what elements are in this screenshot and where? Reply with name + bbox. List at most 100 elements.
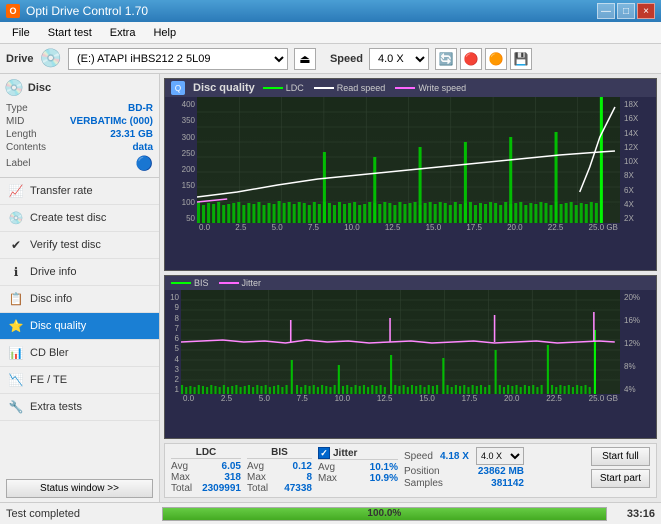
transfer-rate-label: Transfer rate xyxy=(30,185,93,197)
menu-extra[interactable]: Extra xyxy=(102,24,144,42)
refresh-button[interactable]: 🔄 xyxy=(435,48,457,70)
x-label-12-5: 12.5 xyxy=(385,223,401,237)
bis-y-10: 10 xyxy=(167,293,179,302)
speed-label: Speed xyxy=(404,451,433,462)
speed-target-select[interactable]: 4.0 X xyxy=(476,447,524,465)
ldc-total-label: Total xyxy=(171,483,192,494)
jitter-avg-label: Avg xyxy=(318,462,335,473)
sidebar-item-extra-tests[interactable]: 🔧 Extra tests xyxy=(0,394,159,421)
sidebar-item-verify-test-disc[interactable]: ✔ Verify test disc xyxy=(0,232,159,259)
drive-info-icon: ℹ xyxy=(8,264,24,280)
y-label-250: 250 xyxy=(167,149,195,158)
jitter-checkbox[interactable]: ✓ xyxy=(318,447,330,459)
drive-select[interactable]: (E:) ATAPI iHBS212 2 5L09 xyxy=(68,48,288,70)
disc-contents-value: data xyxy=(132,142,153,153)
jitter-stats: ✓ Jitter Avg 10.1% Max 10.9% xyxy=(318,447,398,494)
extra-tests-icon: 🔧 xyxy=(8,399,24,415)
verify-test-disc-icon: ✔ xyxy=(8,237,24,253)
y-right-4x: 4X xyxy=(624,200,654,209)
samples-value: 381142 xyxy=(491,478,524,489)
extra-tests-label: Extra tests xyxy=(30,401,82,413)
y-right-12x: 12X xyxy=(624,143,654,152)
bis-header: BIS xyxy=(247,447,312,459)
jitter-y-12: 12% xyxy=(624,339,654,348)
x-label-25: 25.0 GB xyxy=(589,223,620,237)
bis-x-25: 25.0 GB xyxy=(589,394,620,408)
bis-y-7: 7 xyxy=(167,324,179,333)
fe-te-label: FE / TE xyxy=(30,374,67,386)
sidebar-item-create-test-disc[interactable]: 💿 Create test disc xyxy=(0,205,159,232)
disc-quality-icon: ⭐ xyxy=(8,318,24,334)
bis-avg-label: Avg xyxy=(247,461,264,472)
stats-row: LDC Avg 6.05 Max 318 Total 2309991 BIS xyxy=(164,443,657,498)
disc-length-value: 23.31 GB xyxy=(110,129,153,140)
y-right-16x: 16X xyxy=(624,114,654,123)
bis-total-label: Total xyxy=(247,483,268,494)
jitter-y-8: 8% xyxy=(624,362,654,371)
x-label-22-5: 22.5 xyxy=(548,223,564,237)
ldc-legend-color xyxy=(263,87,283,89)
speed-select[interactable]: 4.0 X xyxy=(369,48,429,70)
close-button[interactable]: × xyxy=(637,3,655,19)
config-button2[interactable]: 🟠 xyxy=(485,48,507,70)
y-label-200: 200 xyxy=(167,165,195,174)
status-time: 33:16 xyxy=(615,508,655,520)
y-right-6x: 6X xyxy=(624,186,654,195)
maximize-button[interactable]: □ xyxy=(617,3,635,19)
disc-contents-label: Contents xyxy=(6,142,46,153)
bis-max-value: 8 xyxy=(306,472,312,483)
start-buttons-group: Start full Start part xyxy=(591,447,650,494)
bottom-chart-svg xyxy=(181,290,620,394)
y-right-18x: 18X xyxy=(624,100,654,109)
sidebar-item-fe-te[interactable]: 📉 FE / TE xyxy=(0,367,159,394)
sidebar-nav: 📈 Transfer rate 💿 Create test disc ✔ Ver… xyxy=(0,178,159,475)
progress-bar-text: 100.0% xyxy=(163,508,606,520)
app-icon: O xyxy=(6,4,20,18)
y-right-8x: 8X xyxy=(624,171,654,180)
speed-position-stats: Speed 4.18 X 4.0 X Position 23862 MB Sam… xyxy=(404,447,524,494)
ldc-max-value: 318 xyxy=(224,472,241,483)
create-test-disc-label: Create test disc xyxy=(30,212,106,224)
config-button1[interactable]: 🔴 xyxy=(460,48,482,70)
bis-x-17-5: 17.5 xyxy=(462,394,478,408)
save-button[interactable]: 💾 xyxy=(510,48,532,70)
sidebar-item-cd-bler[interactable]: 📊 CD Bler xyxy=(0,340,159,367)
bis-y-2: 2 xyxy=(167,375,179,384)
jitter-avg-value: 10.1% xyxy=(370,462,398,473)
bis-jitter-chart-panel: BIS Jitter 10 9 8 7 6 5 4 xyxy=(164,275,657,439)
speed-label: Speed xyxy=(330,53,363,65)
drive-bar: Drive 💿 (E:) ATAPI iHBS212 2 5L09 ⏏ Spee… xyxy=(0,44,661,74)
sidebar-item-drive-info[interactable]: ℹ Drive info xyxy=(0,259,159,286)
bis-y-1: 1 xyxy=(167,385,179,394)
sidebar-item-disc-quality[interactable]: ⭐ Disc quality xyxy=(0,313,159,340)
bis-x-7-5: 7.5 xyxy=(297,394,308,408)
minimize-button[interactable]: — xyxy=(597,3,615,19)
bis-x-15: 15.0 xyxy=(419,394,435,408)
menu-file[interactable]: File xyxy=(4,24,38,42)
ldc-total-value: 2309991 xyxy=(202,483,241,494)
eject-button[interactable]: ⏏ xyxy=(294,48,316,70)
position-label: Position xyxy=(404,466,440,477)
y-right-2x: 2X xyxy=(624,214,654,223)
jitter-y-16: 16% xyxy=(624,316,654,325)
bis-x-2-5: 2.5 xyxy=(221,394,232,408)
y-right-14x: 14X xyxy=(624,129,654,138)
bis-y-4: 4 xyxy=(167,355,179,364)
status-window-button[interactable]: Status window >> xyxy=(6,479,153,498)
menu-help[interactable]: Help xyxy=(145,24,184,42)
y-label-50: 50 xyxy=(167,214,195,223)
disc-mid-value: VERBATIMc (000) xyxy=(70,116,153,127)
sidebar-item-transfer-rate[interactable]: 📈 Transfer rate xyxy=(0,178,159,205)
start-full-button[interactable]: Start full xyxy=(591,447,650,466)
y-label-100: 100 xyxy=(167,198,195,207)
transfer-rate-icon: 📈 xyxy=(8,183,24,199)
sidebar-item-disc-info[interactable]: 📋 Disc info xyxy=(0,286,159,313)
disc-header-label: Disc xyxy=(28,82,51,94)
disc-info-label: Disc info xyxy=(30,293,72,305)
jitter-y-4: 4% xyxy=(624,385,654,394)
start-part-button[interactable]: Start part xyxy=(591,469,650,488)
menu-start-test[interactable]: Start test xyxy=(40,24,100,42)
bis-legend-color xyxy=(171,282,191,284)
jitter-legend-label: Jitter xyxy=(242,278,262,288)
disc-label-icon[interactable]: 🔵 xyxy=(136,155,153,172)
